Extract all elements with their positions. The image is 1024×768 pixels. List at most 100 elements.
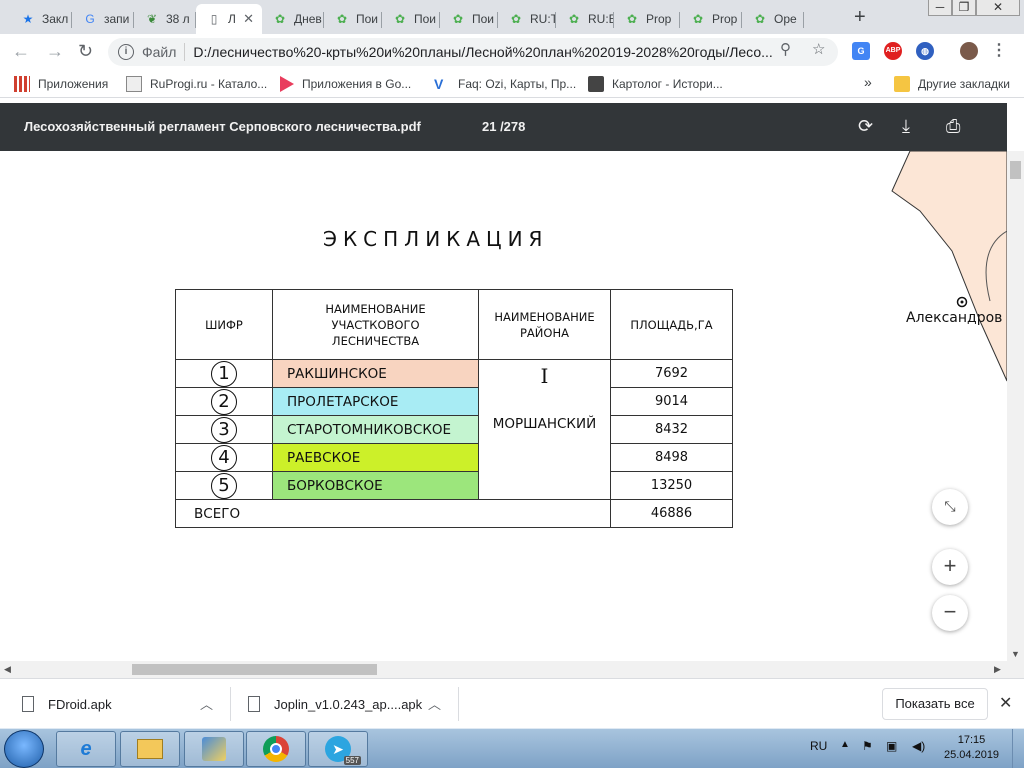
scroll-right-arrow-icon[interactable]: ▶ [994, 664, 1001, 675]
bookmark-ozi[interactable]: V Faq: Ozi, Карты, Пр... [434, 76, 576, 92]
district-roman-numeral: I [540, 364, 549, 388]
tab[interactable]: ❦ 38 л [134, 4, 196, 34]
scroll-left-arrow-icon[interactable]: ◀ [4, 664, 11, 675]
tab[interactable]: ★ Закл [10, 4, 72, 34]
translate-icon[interactable]: G [852, 42, 870, 60]
url-text[interactable]: D:/лесничество%20-крты%20и%20планы/Лесно… [193, 44, 773, 60]
back-arrow-icon[interactable]: ← [12, 41, 30, 62]
scrollbar-thumb[interactable] [1010, 161, 1021, 179]
bookmark-star-icon[interactable]: ☆ [812, 40, 825, 58]
tab[interactable]: ✿ Пои [324, 4, 382, 34]
leaf-icon: ✿ [274, 12, 286, 26]
bookmark-kartolog[interactable]: Картолог - Истори... [588, 76, 723, 92]
bookmark-apps[interactable]: Приложения [14, 76, 108, 92]
pdf-viewer[interactable]: Александров ЭКСПЛИКАЦИЯ ШИФР НАИМЕНОВАНИ… [0, 151, 1007, 661]
address-toolbar: ← → ↻ i Файл D:/лесничество%20-крты%20и%… [0, 34, 1024, 70]
download-icon[interactable]: ⤓ [902, 116, 910, 137]
table-header-row: ШИФР НАИМЕНОВАНИЕ УЧАСТКОВОГО ЛЕСНИЧЕСТВ… [175, 289, 733, 360]
scroll-down-arrow-icon[interactable]: ▼ [1011, 649, 1020, 659]
close-downloads-icon[interactable]: ✕ [999, 693, 1012, 713]
page-indicator[interactable]: 21 /278 [482, 119, 525, 134]
header-district: НАИМЕНОВАНИЕ РАЙОНА [478, 289, 611, 360]
zoom-out-button[interactable]: − [932, 595, 968, 631]
tab[interactable]: ✿ Prop [680, 4, 742, 34]
show-all-button[interactable]: Показать все [882, 688, 988, 720]
print-icon[interactable]: ⎙ [946, 116, 960, 137]
show-desktop-button[interactable] [1012, 729, 1024, 768]
forward-arrow-icon[interactable]: → [46, 41, 64, 62]
table-row-total: ВСЕГО 46886 [175, 499, 733, 528]
close-window-button[interactable]: ✕ [976, 0, 1020, 16]
maximize-button[interactable]: ❐ [952, 0, 976, 16]
vertical-scrollbar[interactable]: ▼ [1007, 151, 1024, 661]
bookmark-ruprogi[interactable]: RuProgi.ru - Катало... [126, 76, 267, 92]
tab-strip: ★ Закл Gзапи ❦ 38 л ▯ Л ✕ ✿ Днев ✿ Пои ✿ Пои ✿ Пои ✿ RU:Т… [0, 0, 1024, 34]
tab[interactable]: ✿ RU:Т [498, 4, 556, 34]
editor-app-icon[interactable] [184, 731, 244, 767]
clock-date: 25.04.2019 [944, 749, 1000, 761]
bookmark-label: Приложения [38, 77, 109, 91]
row-code: 5 [175, 471, 273, 500]
tab-label: RU:Т [530, 12, 556, 26]
document-icon: ▯ [210, 12, 218, 26]
new-tab-button[interactable]: + [854, 6, 866, 29]
bookmark-google-play[interactable]: Приложения в Go... [280, 76, 411, 92]
zoom-icon[interactable]: ⚲ [780, 40, 791, 58]
other-bookmarks-label: Другие закладки [918, 77, 1010, 91]
download-item[interactable]: FDroid.apk [22, 679, 112, 729]
minimize-button[interactable]: ─ [928, 0, 952, 16]
code-circle: 4 [211, 444, 237, 471]
network-icon[interactable]: ▣ [886, 739, 897, 753]
tab[interactable]: ✿ Днев [262, 4, 324, 34]
rotate-icon[interactable]: ⟳ [858, 116, 873, 137]
profile-avatar[interactable] [960, 42, 978, 60]
start-button[interactable] [4, 730, 44, 768]
chevron-up-icon[interactable]: ︿ [200, 694, 213, 713]
apps-grid-icon [14, 76, 30, 92]
horizontal-scrollbar[interactable]: ◀ ▶ [0, 661, 1024, 678]
explorer-icon[interactable] [120, 731, 180, 767]
row-forestry-name: ПРОЛЕТАРСКОЕ [272, 387, 479, 416]
header-forestry: НАИМЕНОВАНИЕ УЧАСТКОВОГО ЛЕСНИЧЕСТВА [272, 289, 479, 360]
tab[interactable]: Gзапи [72, 4, 134, 34]
tab[interactable]: ✿ Ope [742, 4, 804, 34]
close-icon[interactable]: ✕ [243, 11, 254, 27]
adblock-icon[interactable]: ABP [884, 42, 902, 60]
green-leaf-icon: ❦ [146, 12, 158, 26]
reload-icon[interactable]: ↻ [78, 41, 93, 62]
telegram-badge: 557 [343, 756, 361, 765]
bookmarks-overflow-button[interactable]: » [864, 74, 872, 90]
download-divider [230, 687, 231, 721]
info-icon[interactable]: i [118, 44, 134, 60]
clock[interactable]: 17:15 25.04.2019 [944, 733, 999, 763]
language-indicator[interactable]: RU [810, 739, 827, 753]
leaf-icon: ✿ [754, 12, 766, 26]
address-bar[interactable]: i Файл D:/лесничество%20-крты%20и%20план… [108, 38, 838, 66]
chevron-up-icon[interactable]: ︿ [428, 694, 441, 713]
tab-label: Днев [294, 12, 322, 26]
download-item[interactable]: Joplin_v1.0.243_ap....apk [248, 679, 422, 729]
other-bookmarks[interactable]: Другие закладки [894, 76, 1010, 92]
zoom-in-button[interactable]: + [932, 549, 968, 585]
chrome-icon[interactable] [246, 731, 306, 767]
flag-icon[interactable]: ⚑ [862, 739, 873, 753]
browser-window: { "tabs": [ {"label": "Закл", "icon": "s… [0, 0, 1024, 768]
pencil-ruler-icon [202, 737, 226, 761]
ruprogi-icon [126, 76, 142, 92]
tab-label: RU:В [588, 12, 614, 26]
fit-page-button[interactable]: ⤡ [932, 489, 968, 525]
url-scheme: Файл [142, 44, 177, 60]
kartolog-icon [588, 76, 604, 92]
vpn-icon[interactable]: ◍ [916, 42, 934, 60]
ie-icon[interactable]: e [56, 731, 116, 767]
tab[interactable]: ✿ Пои [382, 4, 440, 34]
tab[interactable]: ✿ Пои [440, 4, 498, 34]
telegram-icon[interactable]: ➤ 557 [308, 731, 368, 767]
scrollbar-thumb[interactable] [132, 664, 377, 675]
tray-expand-icon[interactable]: ▲ [840, 739, 850, 750]
menu-kebab-icon[interactable]: ⋮ [990, 42, 1008, 60]
tab[interactable]: ✿ Prop [614, 4, 680, 34]
tab[interactable]: ✿ RU:В [556, 4, 614, 34]
tab[interactable]: ▯ Л ✕ [196, 4, 262, 34]
volume-icon[interactable]: ◀) [912, 739, 925, 753]
